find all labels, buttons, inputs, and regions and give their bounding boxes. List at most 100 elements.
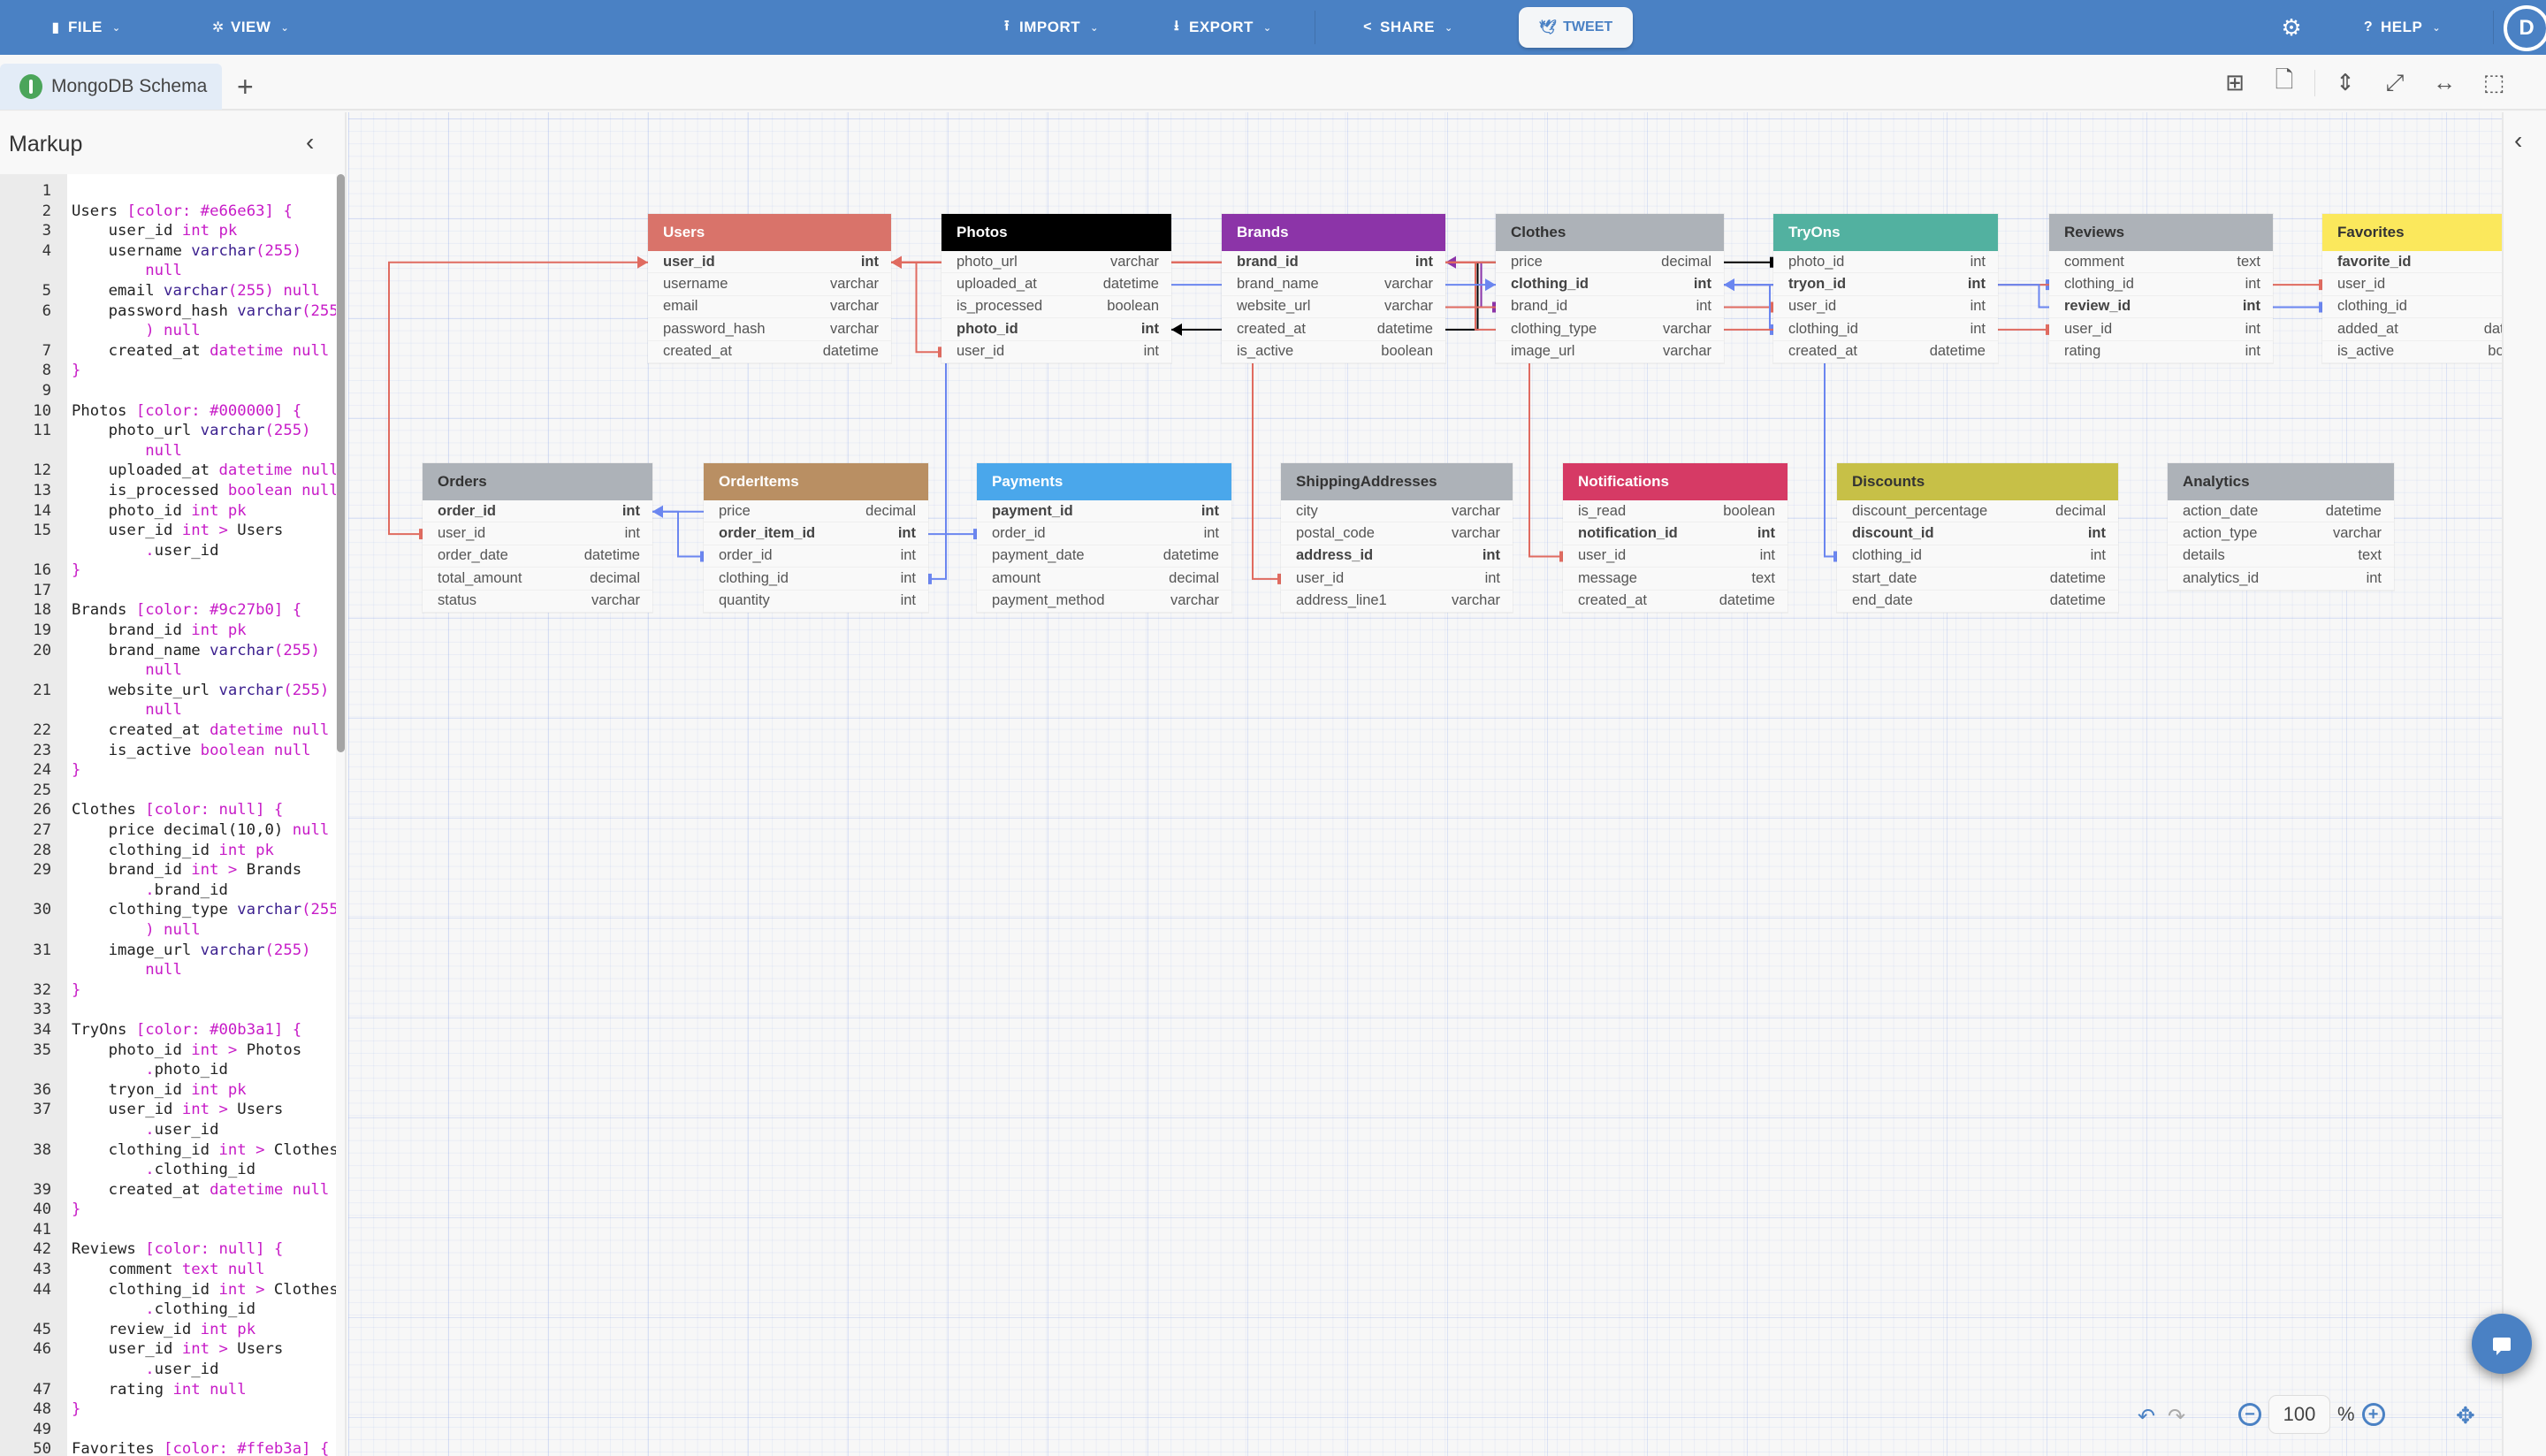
view-menu[interactable]: ✲ VIEW ⌄	[212, 0, 289, 55]
code-line[interactable]: 1	[0, 181, 336, 202]
fit-screen-icon[interactable]: ⤢	[2370, 58, 2420, 108]
table-field-row[interactable]: clothing_id int	[1773, 318, 1998, 341]
table-payments[interactable]: Payments payment_id int order_id int payment_…	[977, 463, 1231, 613]
table-header[interactable]: Payments	[977, 463, 1231, 500]
table-field-row[interactable]: total_amount decimal	[423, 568, 652, 591]
help-menu[interactable]: ? HELP ⌄	[2362, 0, 2441, 55]
table-brands[interactable]: Brands brand_id int brand_name varchar websit…	[1222, 214, 1445, 363]
code-line[interactable]: 20 brand_name varchar(255)	[0, 641, 336, 661]
code-line[interactable]: 5 email varchar(255) null	[0, 281, 336, 301]
table-field-row[interactable]: uploaded_at datetime	[941, 273, 1171, 296]
table-field-row[interactable]: payment_method varchar	[977, 591, 1231, 613]
editor-scrollbar[interactable]	[337, 174, 345, 752]
code-line[interactable]: 43 comment text null	[0, 1260, 336, 1280]
table-field-row[interactable]: order_id int	[704, 545, 928, 568]
code-line[interactable]: 39 created_at datetime null	[0, 1180, 336, 1201]
table-header[interactable]: ShippingAddresses	[1281, 463, 1513, 500]
code-line[interactable]: .brand_id	[0, 880, 336, 901]
code-line[interactable]: 16}	[0, 560, 336, 581]
table-field-row[interactable]: order_item_id int	[704, 522, 928, 545]
table-header[interactable]: Notifications	[1563, 463, 1788, 500]
table-field-row[interactable]: details text	[2168, 545, 2394, 568]
code-line[interactable]: 15 user_id int > Users	[0, 521, 336, 541]
table-header[interactable]: Clothes	[1496, 214, 1724, 251]
table-field-row[interactable]: clothing_id int	[704, 568, 928, 591]
table-notifications[interactable]: Notifications is_read boolean notification_…	[1563, 463, 1788, 613]
table-field-row[interactable]: favorite_idint	[2322, 251, 2502, 274]
table-field-row[interactable]: created_at datetime	[1563, 591, 1788, 613]
add-tab-button[interactable]: +	[237, 69, 254, 104]
table-discounts[interactable]: Discounts discount_percentage decimal disco…	[1837, 463, 2118, 613]
code-line[interactable]: 18 Brands [color: #9c27b0] {	[0, 600, 336, 621]
table-field-row[interactable]: comment text	[2049, 251, 2273, 274]
table-field-row[interactable]: price decimal	[704, 500, 928, 523]
diagram-canvas[interactable]: Users user_id int username varchar email varch…	[348, 112, 2502, 1456]
relation-line[interactable]	[891, 261, 941, 354]
table-field-row[interactable]: created_at datetime	[1222, 318, 1445, 341]
table-orders[interactable]: Orders order_id int user_id int order_date dat…	[423, 463, 652, 613]
code-line[interactable]: 8}	[0, 361, 336, 381]
zoom-level-input[interactable]	[2268, 1395, 2330, 1434]
table-field-row[interactable]: image_url varchar	[1496, 341, 1724, 363]
table-field-row[interactable]: user_idint	[2322, 273, 2502, 296]
tweet-button[interactable]: 🕊 TWEET	[1519, 7, 1633, 48]
code-line[interactable]: 34 TryOns [color: #00b3a1] {	[0, 1020, 336, 1041]
code-line[interactable]: 42 Reviews [color: null] {	[0, 1239, 336, 1260]
code-line[interactable]: 12 uploaded_at datetime null	[0, 461, 336, 481]
table-field-row[interactable]: website_url varchar	[1222, 296, 1445, 319]
table-field-row[interactable]: address_id int	[1281, 545, 1513, 568]
table-field-row[interactable]: order_id int	[423, 500, 652, 523]
table-header[interactable]: Orders	[423, 463, 652, 500]
code-line[interactable]: 45 review_id int pk	[0, 1320, 336, 1340]
table-field-row[interactable]: city varchar	[1281, 500, 1513, 523]
code-line[interactable]: 23 is_active boolean null	[0, 741, 336, 761]
table-header[interactable]: Users	[648, 214, 891, 251]
file-menu[interactable]: ▮ FILE ⌄	[50, 0, 121, 55]
table-field-row[interactable]: is_processed boolean	[941, 296, 1171, 319]
table-field-row[interactable]: user_idint	[941, 341, 1171, 363]
add-note-icon[interactable]: 🗋	[2260, 58, 2309, 108]
code-line[interactable]: null	[0, 441, 336, 461]
table-field-row[interactable]: price decimal	[1496, 251, 1724, 274]
table-field-row[interactable]: review_id int	[2049, 296, 2273, 319]
relation-line[interactable]	[652, 510, 704, 558]
export-menu[interactable]: ⭳ EXPORT ⌄	[1170, 0, 1272, 55]
table-field-row[interactable]: analytics_id int	[2168, 568, 2394, 591]
table-clothes[interactable]: Clothes price decimal clothing_id int brand_i…	[1496, 214, 1724, 363]
table-field-row[interactable]: user_idint	[1281, 568, 1513, 591]
collapse-sidebar-chevron-icon[interactable]: ‹	[306, 128, 314, 156]
table-field-row[interactable]: message text	[1563, 568, 1788, 591]
table-shippingaddresses[interactable]: ShippingAddresses city varchar postal_code v…	[1281, 463, 1513, 613]
table-field-row[interactable]: rating int	[2049, 341, 2273, 363]
code-line[interactable]: 37 user_id int > Users	[0, 1100, 336, 1120]
table-field-row[interactable]: action_type varchar	[2168, 522, 2394, 545]
add-table-icon[interactable]: ⊞	[2210, 58, 2260, 108]
code-line[interactable]: 10 Photos [color: #000000] {	[0, 401, 336, 422]
table-field-row[interactable]: discount_percentage decimal	[1837, 500, 2118, 523]
code-line[interactable]: 47 rating int null	[0, 1380, 336, 1400]
table-field-row[interactable]: user_idint	[1563, 545, 1788, 568]
table-field-row[interactable]: is_read boolean	[1563, 500, 1788, 523]
code-line[interactable]: 28 clothing_id int pk	[0, 841, 336, 861]
code-line[interactable]: 33	[0, 1000, 336, 1020]
table-field-row[interactable]: status varchar	[423, 591, 652, 613]
code-line[interactable]: 21 website_url varchar(255)	[0, 681, 336, 701]
code-line[interactable]: 26 Clothes [color: null] {	[0, 800, 336, 820]
code-line[interactable]: 46 user_id int > Users	[0, 1339, 336, 1360]
table-field-row[interactable]: created_at datetime	[648, 341, 891, 363]
table-field-row[interactable]: clothing_type varchar	[1496, 318, 1724, 341]
table-field-row[interactable]: user_idint	[2049, 318, 2273, 341]
code-line[interactable]: 27 price decimal(10,0) null	[0, 820, 336, 841]
table-favorites[interactable]: Favoritesfavorite_idintuser_idintclothin…	[2322, 214, 2502, 363]
code-line[interactable]: 50 Favorites [color: #ffeb3a] {	[0, 1439, 336, 1456]
code-line[interactable]: 7 created_at datetime null	[0, 341, 336, 362]
pan-move-icon[interactable]: ✥	[2456, 1402, 2475, 1429]
table-field-row[interactable]: tryon_id int	[1773, 273, 1998, 296]
code-line[interactable]: 31 image_url varchar(255)	[0, 941, 336, 961]
table-field-row[interactable]: password_hash varchar	[648, 318, 891, 341]
code-line[interactable]: .clothing_id	[0, 1160, 336, 1180]
table-reviews[interactable]: Reviews comment text clothing_id int review_i…	[2049, 214, 2273, 363]
code-content[interactable]: 1 2 Users [color: #e66e63] {3 user_id int …	[0, 181, 336, 1456]
code-line[interactable]: 44 clothing_id int > Clothes	[0, 1280, 336, 1300]
table-field-row[interactable]: address_line1 varchar	[1281, 591, 1513, 613]
